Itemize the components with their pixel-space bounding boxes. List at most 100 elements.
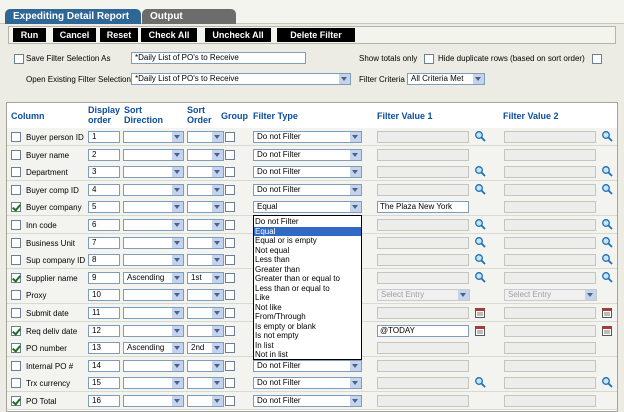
filter-value-2-input[interactable]	[504, 272, 596, 284]
search-icon[interactable]	[601, 236, 613, 248]
column-checkbox[interactable]	[11, 326, 21, 336]
filter-value-1-input[interactable]	[377, 272, 469, 284]
sort-direction-select[interactable]	[123, 184, 184, 196]
filter-type-option[interactable]: Greater than or equal to	[254, 274, 361, 283]
search-icon[interactable]	[601, 271, 613, 283]
filter-type-select[interactable]: Do not Filter	[253, 131, 362, 143]
filter-value-2-input[interactable]	[504, 219, 596, 231]
filter-type-option[interactable]: Is not empty	[254, 331, 361, 340]
search-icon[interactable]	[474, 183, 486, 195]
filter-value-1-input[interactable]	[377, 307, 469, 319]
search-icon[interactable]	[601, 183, 613, 195]
show-totals-checkbox[interactable]	[424, 54, 434, 64]
display-order-input[interactable]: 12	[88, 325, 120, 337]
display-order-input[interactable]: 3	[88, 166, 120, 178]
group-checkbox[interactable]	[225, 150, 235, 160]
filter-value-1-select[interactable]: Select Entry	[377, 289, 470, 301]
filter-type-option[interactable]: Is empty or blank	[254, 322, 361, 331]
display-order-input[interactable]: 7	[88, 237, 120, 249]
filter-value-2-input[interactable]	[504, 254, 596, 266]
sort-order-select[interactable]	[187, 289, 224, 301]
reset-button[interactable]: Reset	[100, 28, 138, 42]
sort-direction-select[interactable]	[123, 237, 184, 249]
filter-type-option[interactable]: Not in list	[254, 350, 361, 359]
filter-value-2-select[interactable]: Select Entry	[504, 289, 597, 301]
display-order-input[interactable]: 10	[88, 289, 120, 301]
column-checkbox[interactable]	[11, 290, 21, 300]
sort-order-select[interactable]	[187, 201, 224, 213]
filter-type-option[interactable]: Equal	[254, 226, 361, 236]
sort-order-select[interactable]: 2nd	[187, 342, 224, 354]
filter-value-2-input[interactable]	[504, 149, 596, 161]
group-checkbox[interactable]	[225, 343, 235, 353]
filter-value-2-input[interactable]	[504, 166, 596, 178]
group-checkbox[interactable]	[225, 378, 235, 388]
group-checkbox[interactable]	[225, 361, 235, 371]
filter-type-select[interactable]: Do not Filter	[253, 166, 362, 178]
calendar-icon[interactable]	[602, 308, 612, 318]
column-checkbox[interactable]	[11, 238, 21, 248]
filter-type-option[interactable]: Like	[254, 293, 361, 302]
filter-value-2-input[interactable]	[504, 184, 596, 196]
filter-value-1-input[interactable]	[377, 184, 469, 196]
filter-type-option[interactable]: Less than	[254, 255, 361, 264]
group-checkbox[interactable]	[225, 132, 235, 142]
tab-expediting-detail-report[interactable]: Expediting Detail Report	[5, 9, 141, 24]
display-order-input[interactable]: 15	[88, 377, 120, 389]
search-icon[interactable]	[474, 253, 486, 265]
filter-value-1-input[interactable]: The Plaza New York	[377, 201, 469, 213]
group-checkbox[interactable]	[225, 255, 235, 265]
filter-type-option[interactable]: Less than or equal to	[254, 284, 361, 293]
search-icon[interactable]	[601, 253, 613, 265]
group-checkbox[interactable]	[225, 308, 235, 318]
column-checkbox[interactable]	[11, 220, 21, 230]
uncheck-all-button[interactable]: Uncheck All	[205, 28, 271, 42]
group-checkbox[interactable]	[225, 290, 235, 300]
filter-type-option[interactable]: Not equal	[254, 246, 361, 255]
filter-type-select[interactable]: Do not Filter	[253, 395, 362, 407]
group-checkbox[interactable]	[225, 273, 235, 283]
filter-value-1-input[interactable]: @TODAY	[377, 325, 469, 337]
sort-direction-select[interactable]	[123, 289, 184, 301]
sort-order-select[interactable]	[187, 254, 224, 266]
sort-direction-select[interactable]	[123, 219, 184, 231]
group-checkbox[interactable]	[225, 202, 235, 212]
save-filter-input[interactable]: *Daily List of PO's to Receive	[131, 52, 306, 64]
display-order-input[interactable]: 11	[88, 307, 120, 319]
column-checkbox[interactable]	[11, 150, 21, 160]
search-icon[interactable]	[474, 236, 486, 248]
sort-order-select[interactable]	[187, 307, 224, 319]
filter-type-option[interactable]: Not like	[254, 303, 361, 312]
display-order-input[interactable]: 14	[88, 360, 120, 372]
filter-value-2-input[interactable]	[504, 377, 596, 389]
filter-value-2-input[interactable]	[504, 325, 596, 337]
sort-direction-select[interactable]	[123, 360, 184, 372]
filter-type-option[interactable]: From/Through	[254, 312, 361, 321]
check-all-button[interactable]: Check All	[141, 28, 197, 42]
filter-value-2-input[interactable]	[504, 307, 596, 319]
search-icon[interactable]	[474, 130, 486, 142]
filter-value-1-input[interactable]	[377, 219, 469, 231]
filter-value-1-input[interactable]	[377, 342, 469, 354]
save-filter-checkbox[interactable]	[14, 54, 24, 64]
filter-type-option[interactable]: Do not Filter	[254, 217, 361, 226]
calendar-icon[interactable]	[475, 326, 485, 336]
sort-direction-select[interactable]	[123, 201, 184, 213]
group-checkbox[interactable]	[225, 167, 235, 177]
display-order-input[interactable]: 4	[88, 184, 120, 196]
column-checkbox[interactable]	[11, 132, 21, 142]
filter-type-dropdown-list[interactable]: Do not Filter Equal Equal or is empty Not e…	[253, 215, 362, 360]
group-checkbox[interactable]	[225, 396, 235, 406]
search-icon[interactable]	[474, 165, 486, 177]
filter-criteria-select[interactable]: All Criteria Met	[407, 73, 485, 85]
cancel-button[interactable]: Cancel	[53, 28, 96, 42]
filter-value-1-input[interactable]	[377, 360, 469, 372]
filter-type-select[interactable]: Do not Filter	[253, 149, 362, 161]
column-checkbox[interactable]	[11, 255, 21, 265]
group-checkbox[interactable]	[225, 326, 235, 336]
hide-duplicate-checkbox[interactable]	[592, 54, 602, 64]
sort-order-select[interactable]	[187, 237, 224, 249]
filter-value-2-input[interactable]	[504, 201, 596, 213]
display-order-input[interactable]: 13	[88, 342, 120, 354]
filter-value-1-input[interactable]	[377, 395, 469, 407]
